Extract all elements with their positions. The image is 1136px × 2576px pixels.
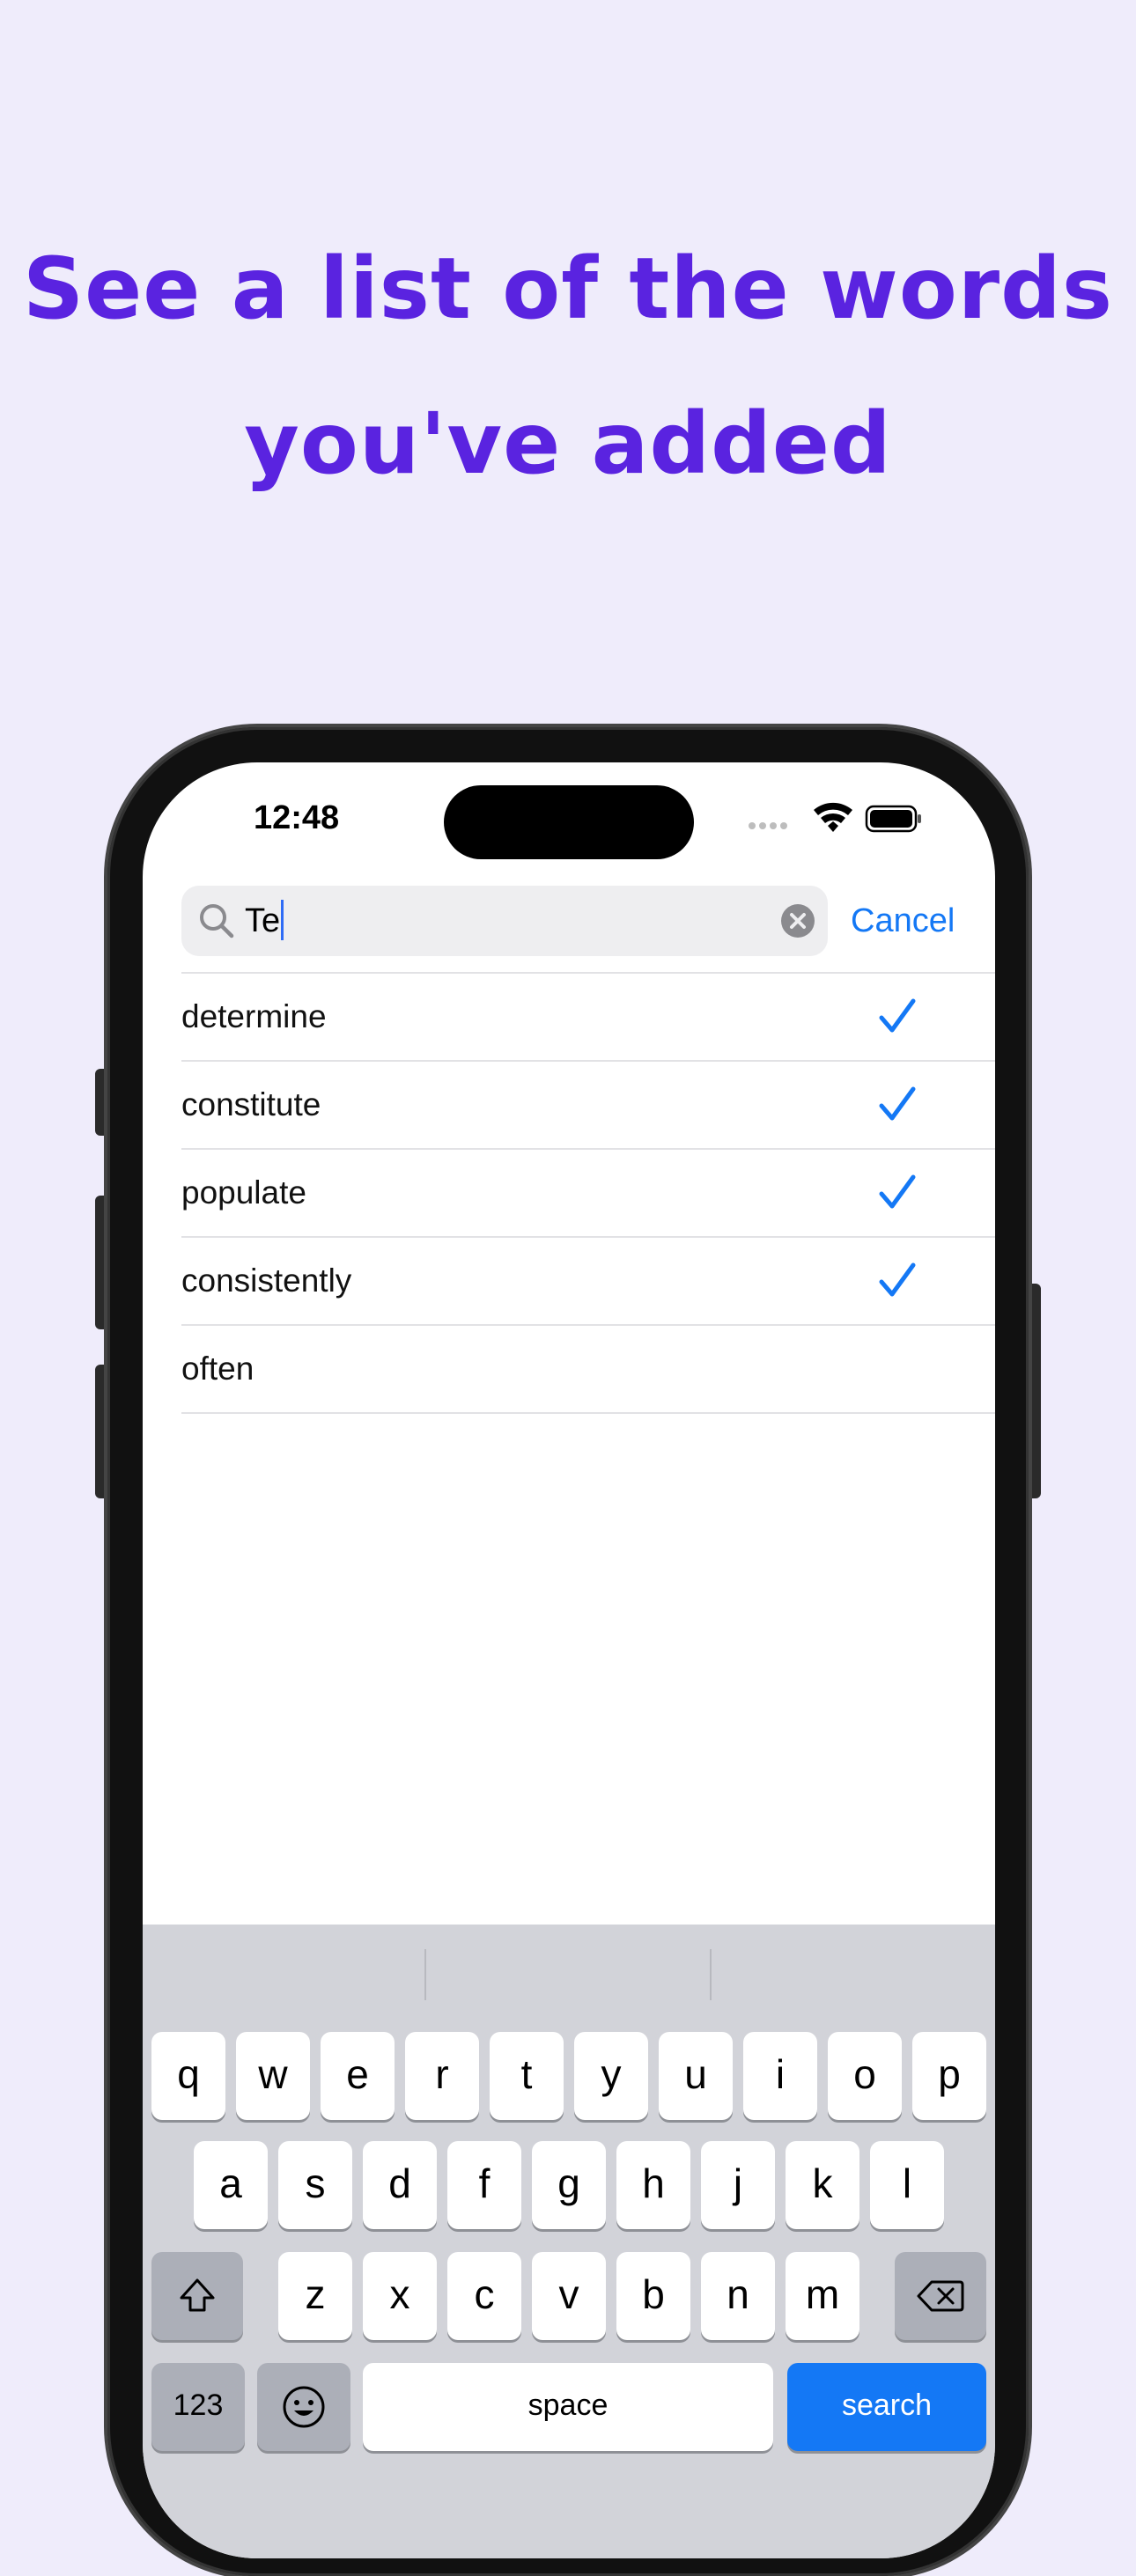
- search-query-text: Te: [245, 886, 284, 956]
- shift-icon: [180, 2278, 215, 2312]
- key-u[interactable]: u: [659, 2032, 733, 2120]
- key-s[interactable]: s: [278, 2141, 352, 2229]
- key-p[interactable]: p: [912, 2032, 986, 2120]
- key-i[interactable]: i: [743, 2032, 817, 2120]
- list-item[interactable]: constitute: [181, 1062, 995, 1150]
- key-l[interactable]: l: [870, 2141, 944, 2229]
- phone-power-button: [1027, 1284, 1041, 1498]
- checkmark-icon: [879, 998, 916, 1033]
- checkmark-icon: [879, 1262, 916, 1297]
- headline-line-2: you've added: [244, 394, 892, 493]
- suggestion-divider: [424, 1949, 426, 2000]
- battery-icon: [865, 805, 921, 833]
- emoji-key[interactable]: [257, 2363, 350, 2451]
- status-icons: [749, 802, 921, 833]
- key-a[interactable]: a: [194, 2141, 268, 2229]
- word-label: consistently: [181, 1262, 352, 1299]
- search-input[interactable]: Te: [181, 886, 828, 956]
- backspace-icon: [917, 2280, 964, 2312]
- checkmark-icon: [879, 1174, 916, 1209]
- key-h[interactable]: h: [616, 2141, 690, 2229]
- numbers-key[interactable]: 123: [151, 2363, 245, 2451]
- search-icon: [200, 904, 234, 938]
- key-t[interactable]: t: [490, 2032, 564, 2120]
- list-item[interactable]: often: [181, 1326, 995, 1414]
- key-b[interactable]: b: [616, 2252, 690, 2340]
- key-v[interactable]: v: [532, 2252, 606, 2340]
- search-bar: Te Cancel: [181, 886, 956, 956]
- word-label: populate: [181, 1174, 306, 1211]
- phone-screen: 12:48 Te Cancel determine constitute pop…: [143, 762, 995, 2558]
- list-item[interactable]: consistently: [181, 1238, 995, 1326]
- suggestion-divider: [710, 1949, 712, 2000]
- text-cursor: [281, 899, 284, 940]
- shift-key[interactable]: [151, 2252, 243, 2340]
- key-r[interactable]: r: [405, 2032, 479, 2120]
- headline-line-1: See a list of the words: [23, 239, 1113, 338]
- checkmark-icon: [879, 1086, 916, 1121]
- word-label: constitute: [181, 1086, 321, 1122]
- key-q[interactable]: q: [151, 2032, 225, 2120]
- cancel-button[interactable]: Cancel: [851, 886, 955, 956]
- key-z[interactable]: z: [278, 2252, 352, 2340]
- key-j[interactable]: j: [701, 2141, 775, 2229]
- key-m[interactable]: m: [786, 2252, 859, 2340]
- space-key[interactable]: space: [363, 2363, 773, 2451]
- key-f[interactable]: f: [447, 2141, 521, 2229]
- delete-key[interactable]: [895, 2252, 986, 2340]
- key-x[interactable]: x: [363, 2252, 437, 2340]
- dynamic-island: [444, 785, 694, 859]
- key-y[interactable]: y: [574, 2032, 648, 2120]
- search-query: Te: [245, 902, 281, 939]
- key-n[interactable]: n: [701, 2252, 775, 2340]
- cellular-signal-icon: [749, 822, 787, 829]
- clear-icon[interactable]: [780, 903, 815, 938]
- key-g[interactable]: g: [532, 2141, 606, 2229]
- key-o[interactable]: o: [828, 2032, 902, 2120]
- key-e[interactable]: e: [321, 2032, 395, 2120]
- headline: See a list of the words you've added: [0, 211, 1136, 521]
- key-k[interactable]: k: [786, 2141, 859, 2229]
- word-label: often: [181, 1351, 254, 1387]
- list-item[interactable]: populate: [181, 1150, 995, 1238]
- word-label: determine: [181, 998, 327, 1034]
- key-d[interactable]: d: [363, 2141, 437, 2229]
- wifi-icon: [814, 802, 852, 832]
- word-list: determine constitute populate consistent…: [181, 972, 995, 1414]
- keyboard: q w e r t y u i o p a s d f g h j k l z …: [143, 1925, 995, 2558]
- emoji-icon: [283, 2386, 325, 2428]
- status-time: 12:48: [254, 799, 340, 836]
- search-key[interactable]: search: [787, 2363, 986, 2451]
- list-item[interactable]: determine: [181, 974, 995, 1062]
- key-w[interactable]: w: [236, 2032, 310, 2120]
- key-c[interactable]: c: [447, 2252, 521, 2340]
